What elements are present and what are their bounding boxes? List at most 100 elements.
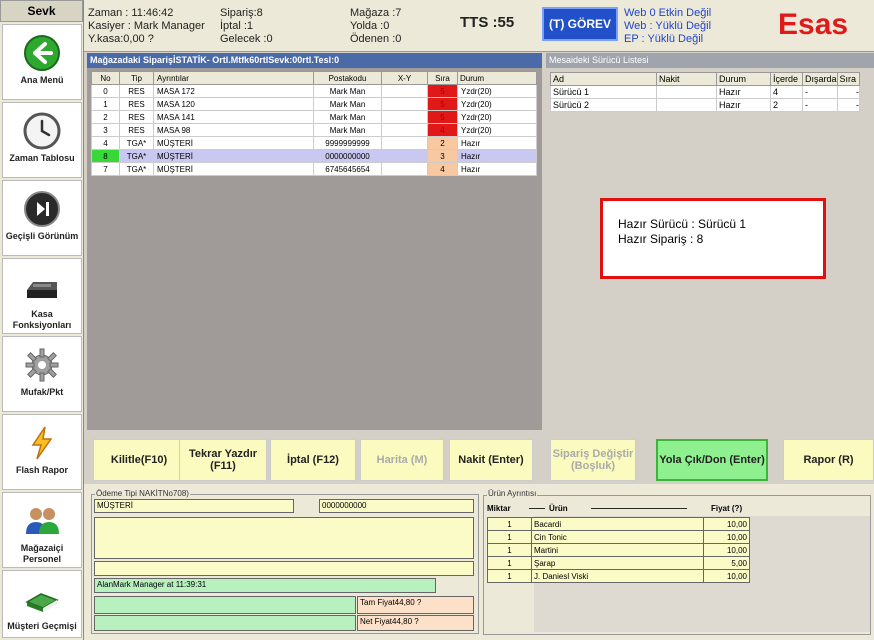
sidebar-item-staff[interactable]: Mağazaiçi Personel — [2, 492, 82, 568]
cell-xy — [381, 84, 428, 98]
cell-sira: 2 — [427, 136, 458, 150]
table-row[interactable]: Sürücü 1 Hazır 4- - — [550, 85, 861, 99]
orders-panel: No Tip Ayrıntılar Postakodu X-Y Sıra Dur… — [87, 68, 542, 430]
col-header[interactable]: Sıra — [836, 72, 861, 86]
sidebar-item-label: Ana Menü — [20, 75, 64, 85]
dispatch-button[interactable]: Yola Çık/Don (Enter) — [656, 439, 768, 481]
map-button[interactable]: Harita (M) — [360, 439, 444, 481]
cell-ad: Sürücü 2 — [550, 98, 657, 112]
product-name: J. Daniesl Viski — [531, 569, 704, 583]
list-item[interactable]: 1 Şarap 5,00 — [487, 556, 750, 570]
cell-xy — [381, 149, 428, 163]
orders-table: No Tip Ayrıntılar Postakodu X-Y Sıra Dur… — [91, 71, 537, 176]
cell-nakit — [656, 98, 717, 112]
cell-tip: RES — [119, 97, 154, 111]
cell-post: 9999999999 — [313, 136, 382, 150]
header-order-column: Sipariş:8 İptal :1 Gelecek :0 — [220, 7, 273, 46]
cell-tip: TGA* — [119, 162, 154, 176]
ready-order: Hazır Sipariş : 8 — [618, 232, 704, 246]
cell-sira: 5 — [427, 110, 458, 124]
table-row[interactable]: 0 RES MASA 172 Mark Man 5 Yzdr(20) — [91, 84, 537, 98]
sidebar-item-label: Mağazaiçi Personel — [20, 543, 64, 564]
col-header[interactable]: Dışarda — [802, 72, 838, 86]
cell-tip: RES — [119, 110, 154, 124]
sidebar-item-cash-functions[interactable]: Kasa Fonksiyonları — [2, 258, 82, 334]
product-name: Bacardi — [531, 517, 704, 531]
paid-count: Ödenen :0 — [350, 33, 402, 45]
product-price: 10,00 — [703, 530, 750, 544]
table-row[interactable]: 1 RES MASA 120 Mark Man 5 Yzdr(20) — [91, 97, 537, 111]
cell-no: 8 — [91, 149, 120, 163]
total-price: Tam Fiyat44,80 ? — [357, 596, 474, 614]
col-header[interactable]: İçerde — [770, 72, 803, 86]
cell-post: Mark Man — [313, 97, 382, 111]
cell-durum: Hazır — [716, 98, 771, 112]
sidebar-item-flash-report[interactable]: Flash Rapor — [2, 414, 82, 490]
reprint-button[interactable]: Tekrar Yazdır (F11) — [179, 439, 267, 481]
sidebar-item-pass-view[interactable]: Geçişli Görünüm — [2, 180, 82, 256]
product-price: 10,00 — [703, 569, 750, 583]
note-field[interactable] — [94, 596, 356, 614]
sidebar-item-main-menu[interactable]: Ana Menü — [2, 24, 82, 100]
col-header[interactable]: Postakodu — [313, 71, 382, 85]
product-qty: 1 — [487, 543, 532, 557]
products-legend: Ürün Ayrıntısı — [487, 489, 538, 498]
list-item[interactable]: 1 Martini 10,00 — [487, 543, 750, 557]
cell-tip: RES — [119, 123, 154, 137]
customer-name-field[interactable]: MÜŞTERİ — [94, 499, 294, 513]
cash-button[interactable]: Nakit (Enter) — [449, 439, 533, 481]
table-row[interactable]: 3 RES MASA 98 Mark Man 4 Yzdr(20) — [91, 123, 537, 137]
web-status-line: Web : Yüklü Değil — [624, 20, 712, 32]
cell-tip: TGA* — [119, 136, 154, 150]
col-header[interactable]: X-Y — [381, 71, 428, 85]
sidebar-item-customer-history[interactable]: Müşteri Geçmişi — [2, 570, 82, 638]
on-road-count: Yolda :0 — [350, 20, 390, 32]
task-button[interactable]: (T) GÖREV — [542, 7, 618, 41]
store-count: Mağaza :7 — [350, 7, 402, 19]
col-header[interactable]: Tip — [119, 71, 154, 85]
cell-icerde: 4 — [770, 85, 803, 99]
lock-button[interactable]: Kilitle(F10) — [93, 439, 185, 481]
cell-durum: Yzdr(20) — [457, 97, 537, 111]
address-field[interactable] — [94, 517, 474, 559]
col-header[interactable]: Durum — [457, 71, 537, 85]
cell-detail: MASA 141 — [153, 110, 314, 124]
customer-phone-field[interactable]: 0000000000 — [319, 499, 474, 513]
list-item[interactable]: 1 J. Daniesl Viski 10,00 — [487, 569, 750, 583]
name-header: Ürün — [549, 504, 568, 513]
cell-xy — [381, 110, 428, 124]
sidebar-item-timetable[interactable]: Zaman Tablosu — [2, 102, 82, 178]
table-row[interactable]: 7 TGA* MÜŞTERİ 6745645654 4 Hazır — [91, 162, 537, 176]
cell-no: 1 — [91, 97, 120, 111]
col-header[interactable]: Sıra — [427, 71, 458, 85]
change-order-button[interactable]: Sipariş Değiştir (Boşluk) — [550, 439, 636, 481]
cell-detail: MASA 172 — [153, 84, 314, 98]
address-extra-field[interactable] — [94, 561, 474, 576]
web-status: Web 0 Etkin Değil Web : Yüklü Değil EP :… — [624, 7, 711, 46]
cell-no: 7 — [91, 162, 120, 176]
cancel-button[interactable]: İptal (F12) — [270, 439, 356, 481]
lightning-icon — [22, 423, 62, 463]
cash-register-icon — [22, 267, 62, 307]
col-header[interactable]: No — [91, 71, 120, 85]
table-row[interactable]: 8 TGA* MÜŞTERİ 0000000000 3 Hazır — [91, 149, 537, 163]
col-header[interactable]: Nakit — [656, 72, 717, 86]
col-header[interactable]: Durum — [716, 72, 771, 86]
web-status-line: Web 0 Etkin Değil — [624, 7, 712, 19]
cancel-count: İptal :1 — [220, 20, 254, 32]
table-row[interactable]: 2 RES MASA 141 Mark Man 5 Yzdr(20) — [91, 110, 537, 124]
col-header[interactable]: Ayrıntılar — [153, 71, 314, 85]
cell-no: 0 — [91, 84, 120, 98]
cell-sira: 4 — [427, 123, 458, 137]
list-item[interactable]: 1 Cin Tonic 10,00 — [487, 530, 750, 544]
cell-sira: 5 — [427, 84, 458, 98]
col-header[interactable]: Ad — [550, 72, 657, 86]
note-field-2[interactable] — [94, 615, 356, 631]
table-row[interactable]: Sürücü 2 Hazır 2- - — [550, 98, 861, 112]
list-item[interactable]: 1 Bacardi 10,00 — [487, 517, 750, 531]
sidebar-item-kitchen[interactable]: Mufak/Pkt — [2, 336, 82, 412]
sidebar-item-label: Mufak/Pkt — [20, 387, 64, 397]
table-row[interactable]: 4 TGA* MÜŞTERİ 9999999999 2 Hazır — [91, 136, 537, 150]
report-button[interactable]: Rapor (R) — [783, 439, 874, 481]
cell-sira: - — [836, 85, 861, 99]
